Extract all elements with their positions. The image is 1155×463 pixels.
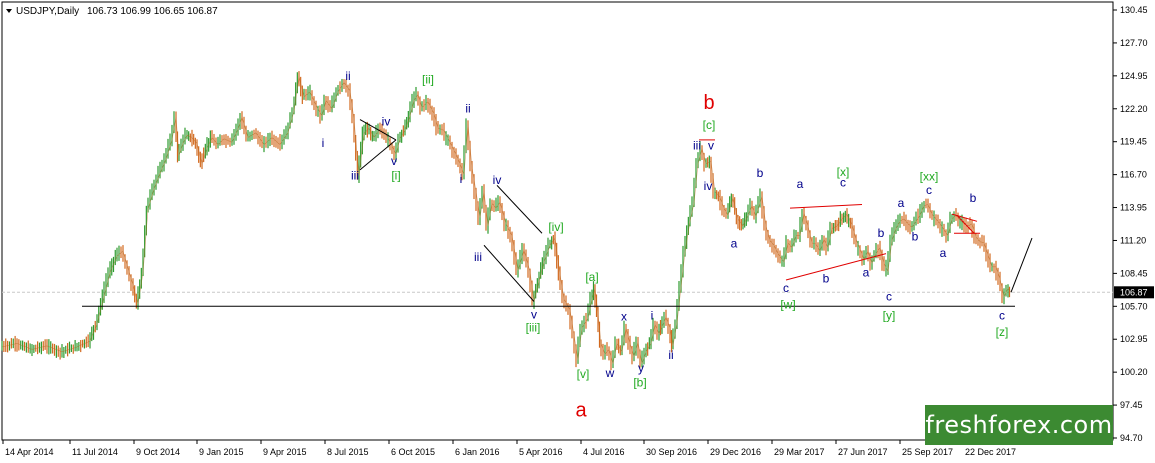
x-tick-label: 9 Jan 2015 — [199, 447, 244, 457]
wave-label: b — [823, 271, 830, 285]
wave-label: c — [999, 308, 1005, 322]
x-tick-label: 5 Apr 2016 — [519, 447, 563, 457]
y-tick-label: 94.70 — [1120, 433, 1143, 443]
wave-label: ii — [345, 69, 350, 83]
wave-label: [b] — [633, 376, 646, 390]
wave-label: w — [605, 366, 615, 380]
wave-label: [z] — [996, 325, 1009, 339]
chart-area: 130.45 127.70 124.95 122.20 119.45 116.70 113.… — [0, 0, 1155, 463]
x-tick-label: 25 Sep 2017 — [902, 447, 953, 457]
wave-label: c — [840, 176, 846, 190]
wave-label: [iii] — [526, 320, 541, 334]
wave-label: b — [878, 226, 885, 240]
x-tick-label: 9 Oct 2014 — [136, 447, 180, 457]
y-tick-label: 127.70 — [1120, 38, 1148, 48]
wave-label: [xx] — [920, 170, 939, 184]
x-tick-label: 27 Jun 2017 — [838, 447, 888, 457]
projection-line — [1010, 237, 1033, 293]
x-tick-label: 6 Oct 2015 — [391, 447, 435, 457]
wave-label: v — [708, 138, 714, 152]
wave-label: [y] — [883, 308, 896, 322]
y-tick-label: 119.45 — [1120, 137, 1147, 147]
wave-label: b — [970, 191, 977, 205]
x-tick-label: 30 Sep 2016 — [646, 447, 697, 457]
y-tick-label: 113.95 — [1120, 203, 1147, 213]
wave-label: i — [322, 136, 325, 150]
wave-label: [c] — [703, 118, 716, 132]
y-tick-label: 105.70 — [1120, 301, 1148, 311]
wave-label: iv — [382, 115, 391, 129]
wave-label: y — [638, 361, 644, 375]
y-tick-label: 100.20 — [1120, 367, 1148, 377]
wave-label: c — [886, 289, 892, 303]
y-tick-label: 122.20 — [1120, 104, 1148, 114]
wave-label: iv — [493, 173, 502, 187]
x-tick-label: 14 Apr 2014 — [5, 447, 54, 457]
x-tick-label: 29 Mar 2017 — [774, 447, 825, 457]
y-tick-label: 102.95 — [1120, 334, 1148, 344]
x-tick-label: 29 Dec 2016 — [710, 447, 761, 457]
y-tick-label: 124.95 — [1120, 71, 1148, 81]
wave-label: i — [460, 172, 463, 186]
wave-label: iv — [704, 179, 713, 193]
wave-label: a — [863, 265, 870, 279]
wave-label: ii — [465, 101, 470, 115]
wave-label: iii — [693, 138, 701, 152]
y-tick-label: 97.45 — [1120, 400, 1143, 410]
wave-label: b — [912, 229, 919, 243]
price-chart: 130.45 127.70 124.95 122.20 119.45 116.70 113.… — [1, 1, 1154, 457]
wave-label: a — [797, 177, 804, 191]
x-tick-label: 22 Dec 2017 — [965, 447, 1016, 457]
wave-label: i — [651, 308, 654, 322]
x-tick-label: 9 Apr 2015 — [263, 447, 307, 457]
wave-label: [ii] — [422, 73, 434, 87]
wave-label: iii — [474, 250, 482, 264]
wave-label: a — [731, 237, 738, 251]
x-tick-label: 6 Jan 2016 — [455, 447, 500, 457]
wave-label: [iv] — [548, 220, 563, 234]
wave-label: a — [575, 399, 587, 421]
x-tick-label: 11 Jul 2014 — [72, 447, 118, 457]
wave-label: [v] — [577, 367, 590, 381]
wave-label: c — [926, 183, 932, 197]
wave-label: [i] — [391, 168, 400, 182]
channel-line — [789, 204, 863, 209]
wave-label: v — [531, 307, 537, 321]
y-tick-label: 130.45 — [1120, 5, 1148, 15]
x-tick-label: 4 Jul 2016 — [583, 447, 625, 457]
wave-label: v — [391, 154, 397, 168]
wave-label: a — [898, 196, 905, 210]
wave-label: b — [703, 92, 714, 114]
channel-line — [785, 253, 887, 281]
wave-label: a — [940, 246, 947, 260]
y-tick-label: 111.20 — [1120, 235, 1146, 245]
wave-label: x — [621, 310, 627, 324]
x-tick-label: 8 Jul 2015 — [327, 447, 369, 457]
wave-label: [w] — [780, 298, 795, 312]
brand-logo: freshforex.com — [925, 405, 1113, 445]
current-price-label: 106.87 — [1120, 287, 1148, 297]
ohlc-readout: 106.73 106.99 106.65 106.87 — [87, 6, 218, 17]
wave-label: b — [757, 166, 764, 180]
y-tick-label: 116.70 — [1120, 170, 1147, 180]
title-triangle-icon[interactable] — [6, 9, 12, 13]
wave-label: ii — [668, 348, 673, 362]
chart-title: USDJPY,Daily — [16, 6, 79, 17]
wave-label: iii — [351, 168, 359, 182]
wave-label: c — [783, 281, 789, 295]
wave-label: [a] — [585, 270, 598, 284]
y-tick-label: 108.45 — [1120, 268, 1148, 278]
